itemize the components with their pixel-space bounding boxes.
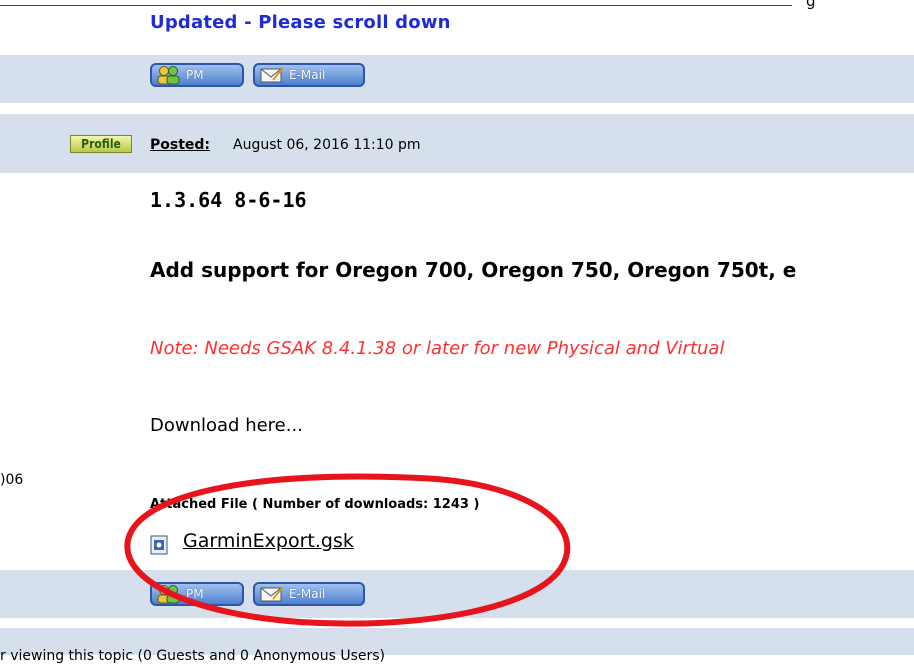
attached-file-label: Attached File ( Number of downloads: 124… [150,497,480,512]
post-footer-band [0,570,914,618]
viewers-text: r viewing this topic (0 Guests and 0 Ano… [0,648,386,664]
email-button[interactable]: E-Mail [253,582,365,606]
posted-label: Posted: [150,137,211,153]
pm-button-label: PM [186,68,204,82]
post-footer-band [0,55,914,103]
support-line: Add support for Oregon 700, Oregon 750, … [150,258,797,282]
email-button-label: E-Mail [289,587,326,601]
pm-button[interactable]: PM [150,582,244,606]
user-joined-fragment: )06 [0,472,24,488]
post-title: Updated - Please scroll down [150,12,451,33]
posted-date: August 06, 2016 11:10 pm [233,137,421,153]
pm-button-label: PM [186,587,204,601]
top-link-underline[interactable] [0,0,792,6]
users-icon [156,65,182,85]
divider [0,113,914,114]
profile-button[interactable]: Profile [70,135,132,153]
version-heading: 1.3.64 8-6-16 [150,188,307,212]
note-line: Note: Needs GSAK 8.4.1.38 or later for n… [150,338,725,359]
envelope-icon [259,65,285,85]
download-text: Download here... [150,415,303,436]
pm-button[interactable]: PM [150,63,244,87]
top-text-fragment: g [806,0,816,10]
email-button[interactable]: E-Mail [253,63,365,87]
file-icon [150,535,168,555]
email-button-label: E-Mail [289,68,326,82]
attachment-link[interactable]: GarminExport.gsk [183,530,354,552]
users-icon [156,584,182,604]
envelope-icon [259,584,285,604]
post-header-band [0,114,914,173]
